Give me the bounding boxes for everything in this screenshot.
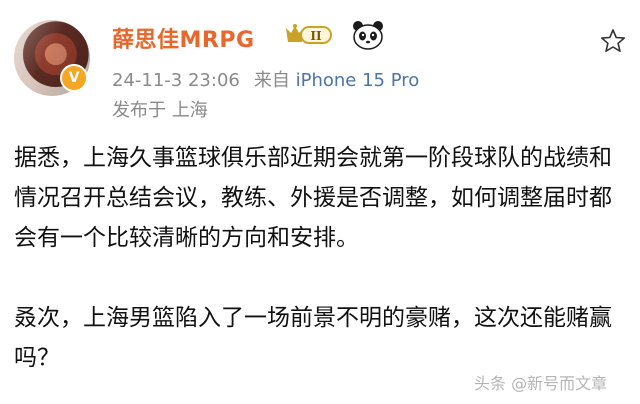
watermark: 头条 @新号而文章 (474, 374, 608, 393)
rank-badge-label: II (310, 29, 322, 43)
post-meta: 24-11-3 23:06 来自 iPhone 15 Pro (112, 66, 419, 92)
username[interactable]: 薛思佳MRPG (112, 22, 255, 54)
post-body: 据悉，上海久事篮球俱乐部近期会就第一阶段球队的战绩和情况召开总结会议，教练、外援… (14, 138, 626, 378)
post-paragraph: 据悉，上海久事篮球俱乐部近期会就第一阶段球队的战绩和情况召开总结会议，教练、外援… (14, 145, 612, 251)
verified-badge-icon: V (60, 64, 88, 92)
post-timestamp: 24-11-3 23:06 (112, 70, 240, 91)
post-source-device[interactable]: iPhone 15 Pro (296, 70, 420, 91)
post-location: 发布于 上海 (112, 100, 208, 121)
panda-icon[interactable] (352, 19, 384, 51)
favorite-star-icon[interactable] (600, 28, 626, 54)
post-paragraph: 叒次，上海男篮陷入了一场前景不明的豪赌，这次还能赌赢吗？ (14, 305, 612, 371)
rank-badge-icon[interactable]: II (282, 22, 334, 48)
post-source-prefix: 来自 (253, 70, 290, 91)
